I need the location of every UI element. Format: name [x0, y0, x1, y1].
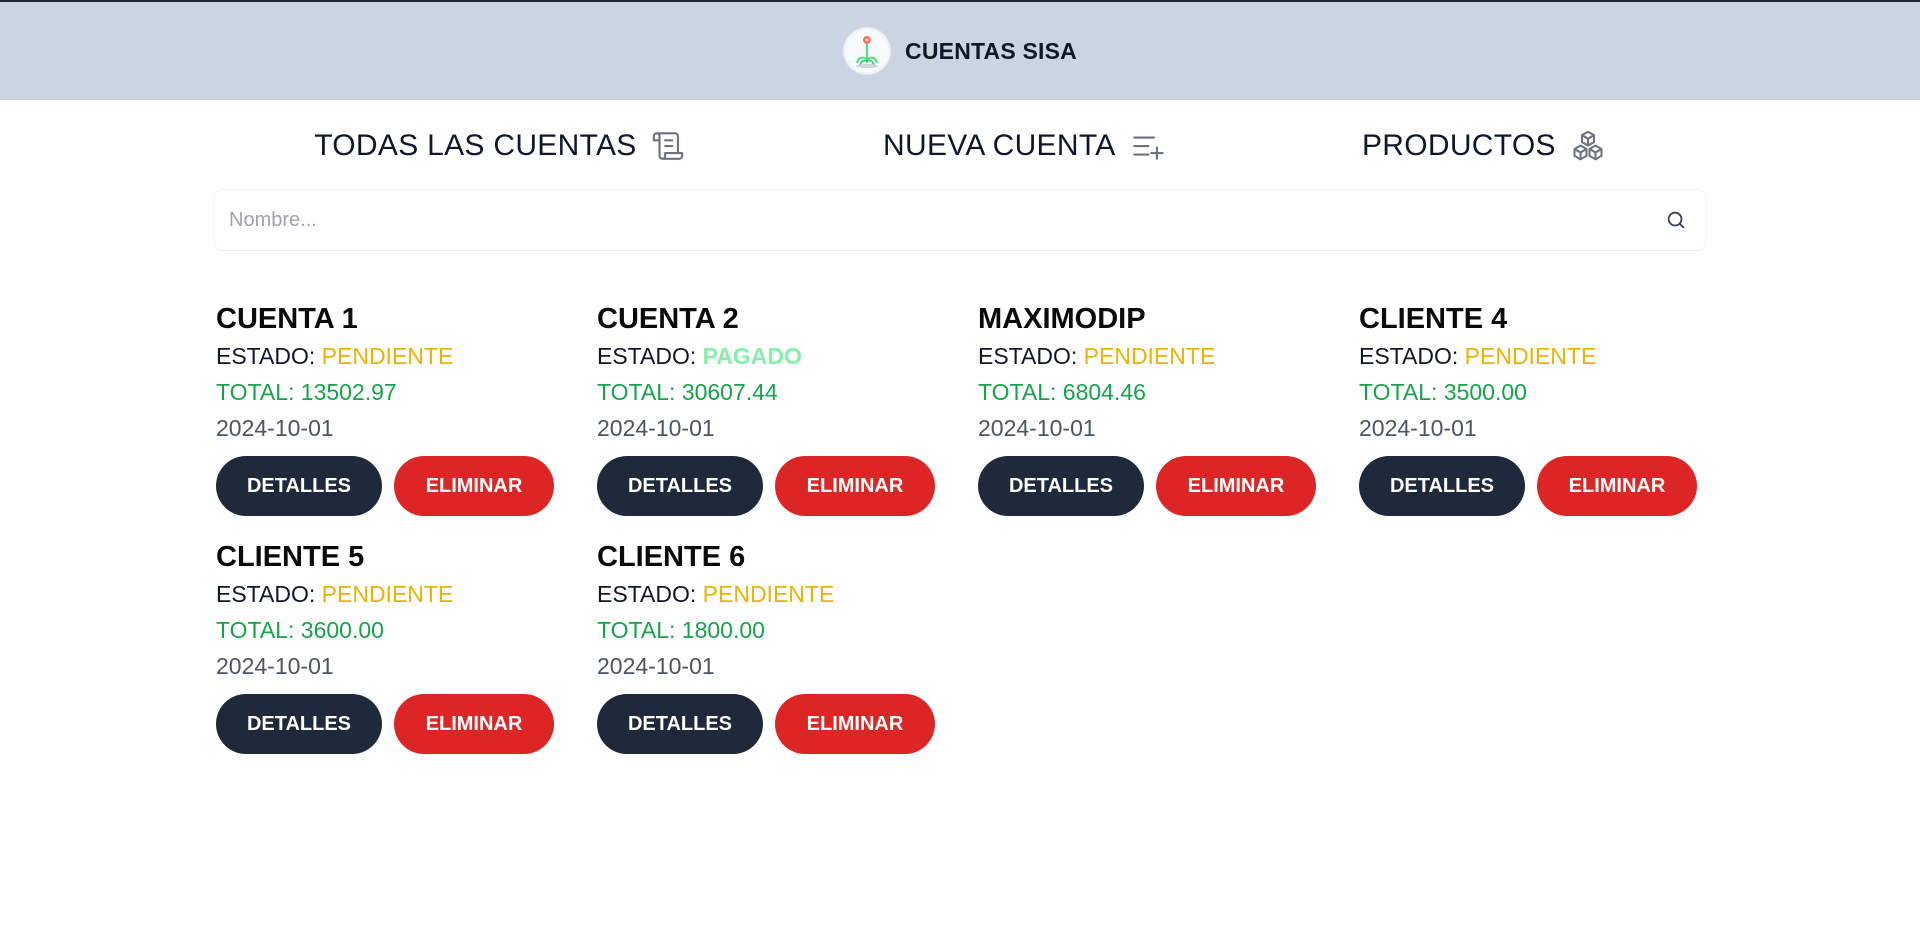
account-name: CLIENTE 6	[597, 541, 746, 573]
scroll-icon	[652, 132, 683, 160]
account-card: MAXIMODIP ESTADO: PENDIENTE TOTAL: 6804.…	[978, 300, 1338, 516]
account-name: MAXIMODIP	[978, 303, 1146, 335]
search-button[interactable]	[1661, 205, 1691, 235]
search-bar	[215, 190, 1705, 250]
account-date: 2024-10-01	[597, 415, 715, 441]
account-total: TOTAL: 3600.00	[216, 617, 384, 643]
account-date: 2024-10-01	[597, 653, 715, 679]
nav-new-account[interactable]: NUEVA CUENTA	[883, 129, 1164, 163]
account-name: CLIENTE 4	[1359, 303, 1508, 335]
account-card: CLIENTE 5 ESTADO: PENDIENTE TOTAL: 3600.…	[216, 538, 576, 754]
details-button[interactable]: DETALLES	[216, 456, 382, 516]
status-value: PENDIENTE	[321, 343, 454, 369]
status-label: ESTADO:	[216, 581, 322, 607]
details-button[interactable]: DETALLES	[1359, 456, 1525, 516]
status-value: PENDIENTE	[1083, 343, 1216, 369]
account-card: CUENTA 2 ESTADO: PAGADO TOTAL: 30607.44 …	[597, 300, 957, 516]
account-date: 2024-10-01	[1359, 415, 1477, 441]
delete-button[interactable]: ELIMINAR	[394, 694, 554, 754]
account-date: 2024-10-01	[978, 415, 1096, 441]
account-total: TOTAL: 6804.46	[978, 379, 1146, 405]
account-total: TOTAL: 13502.97	[216, 379, 397, 405]
search-icon	[1667, 211, 1685, 229]
account-card: CUENTA 1 ESTADO: PENDIENTE TOTAL: 13502.…	[216, 300, 576, 516]
boxes-icon	[1573, 130, 1603, 161]
nav-products[interactable]: PRODUCTOS	[1362, 128, 1606, 164]
status-label: ESTADO:	[597, 581, 703, 607]
search-input[interactable]	[229, 208, 1661, 232]
account-total: TOTAL: 1800.00	[597, 617, 765, 643]
nav-all-accounts[interactable]: TODAS LAS CUENTAS	[314, 129, 684, 163]
details-button[interactable]: DETALLES	[978, 456, 1144, 516]
delete-button[interactable]: ELIMINAR	[775, 694, 935, 754]
status-label: ESTADO:	[1359, 343, 1465, 369]
status-value: PENDIENTE	[321, 581, 454, 607]
status-label: ESTADO:	[216, 343, 322, 369]
main-nav: TODAS LAS CUENTAS NUEVA CUENTA PRODUCTOS	[215, 118, 1705, 174]
account-card: CLIENTE 4 ESTADO: PENDIENTE TOTAL: 3500.…	[1359, 300, 1719, 516]
delete-button[interactable]: ELIMINAR	[1156, 456, 1316, 516]
account-total: TOTAL: 30607.44	[597, 379, 778, 405]
account-total: TOTAL: 3500.00	[1359, 379, 1527, 405]
accounts-grid: CUENTA 1 ESTADO: PENDIENTE TOTAL: 13502.…	[216, 300, 1706, 754]
details-button[interactable]: DETALLES	[597, 456, 763, 516]
delete-button[interactable]: ELIMINAR	[394, 456, 554, 516]
account-name: CUENTA 2	[597, 303, 739, 335]
status-label: ESTADO:	[978, 343, 1084, 369]
app-title: CUENTAS SISA	[905, 37, 1077, 64]
nav-new-account-label: NUEVA CUENTA	[883, 129, 1116, 162]
account-date: 2024-10-01	[216, 653, 334, 679]
list-plus-icon	[1132, 136, 1164, 160]
delete-button[interactable]: ELIMINAR	[775, 456, 935, 516]
nav-all-accounts-label: TODAS LAS CUENTAS	[314, 129, 637, 162]
status-value: PENDIENTE	[1464, 343, 1597, 369]
status-value: PAGADO	[702, 343, 802, 369]
flower-logo	[843, 27, 892, 75]
status-value: PENDIENTE	[702, 581, 835, 607]
details-button[interactable]: DETALLES	[597, 694, 763, 754]
status-label: ESTADO:	[597, 343, 703, 369]
nav-products-label: PRODUCTOS	[1361, 129, 1556, 162]
account-card: CLIENTE 6 ESTADO: PENDIENTE TOTAL: 1800.…	[597, 538, 957, 754]
account-name: CUENTA 1	[216, 303, 358, 335]
details-button[interactable]: DETALLES	[216, 694, 382, 754]
account-date: 2024-10-01	[216, 415, 334, 441]
delete-button[interactable]: ELIMINAR	[1537, 456, 1697, 516]
account-name: CLIENTE 5	[216, 541, 365, 573]
app-header: CUENTAS SISA	[0, 2, 1920, 100]
